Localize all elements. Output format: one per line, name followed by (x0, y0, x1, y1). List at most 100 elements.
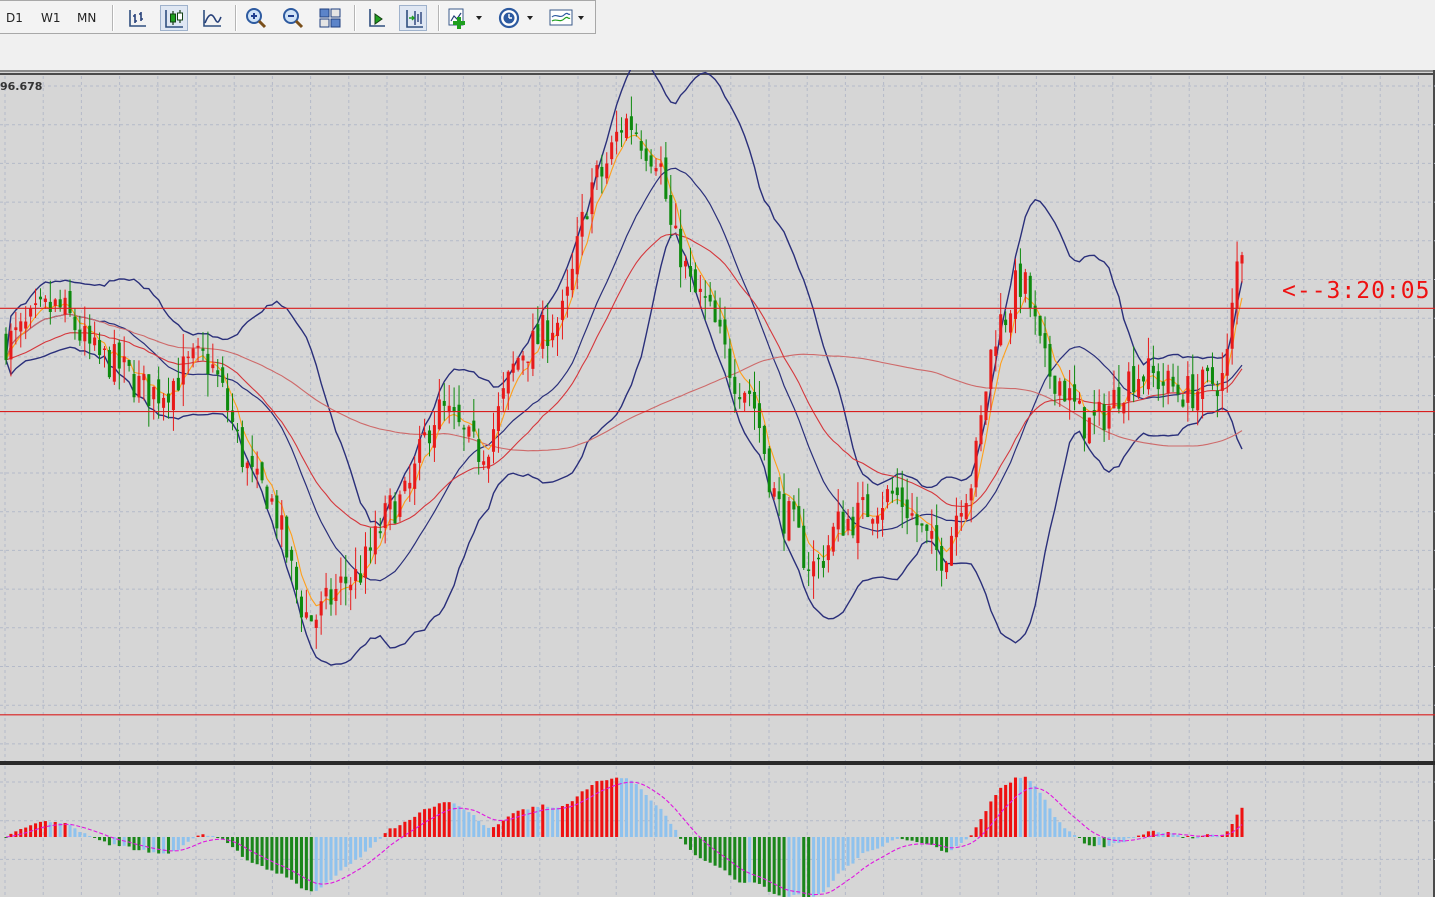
candle-body (19, 321, 23, 332)
tile-windows-icon[interactable] (316, 5, 344, 31)
candle-body (1068, 388, 1072, 401)
histogram-bar (1068, 831, 1072, 837)
candle-body (984, 391, 988, 421)
histogram-bar (142, 837, 146, 850)
candle-body (280, 515, 284, 530)
histogram-bar (649, 800, 653, 837)
histogram-bar (994, 795, 998, 837)
indicators-icon[interactable] (446, 5, 486, 31)
candle-body (482, 461, 486, 465)
timeframe-w1-button[interactable]: W1 (41, 11, 61, 25)
candle-body (467, 426, 471, 437)
histogram-bar (43, 821, 47, 837)
candle-body (733, 376, 737, 394)
histogram-bar (501, 820, 505, 837)
histogram-bar (959, 837, 963, 843)
zoom-out-icon[interactable] (279, 5, 307, 31)
candle-body (477, 439, 481, 462)
candle-body (1215, 390, 1219, 397)
candle-body (610, 142, 614, 160)
histogram-bar (309, 837, 313, 892)
histogram-bar (541, 804, 545, 837)
histogram-bar (176, 837, 180, 850)
timeframe-mn-button[interactable]: MN (77, 11, 96, 25)
histogram-bar (634, 784, 638, 837)
candle-body (969, 488, 973, 501)
histogram-bar (910, 837, 914, 841)
candle-body (954, 515, 958, 538)
histogram-bar (477, 820, 481, 837)
histogram-bar (812, 837, 816, 897)
candle-body (1191, 374, 1195, 409)
histogram-bar (876, 837, 880, 849)
candle-body (63, 297, 67, 315)
histogram-bar (831, 837, 835, 881)
histogram-bar (684, 837, 688, 845)
histogram-bar (63, 822, 67, 837)
histogram-bar (78, 832, 82, 837)
histogram-bar (1048, 808, 1052, 837)
candle-body (191, 348, 195, 359)
histogram-bar (1038, 792, 1042, 837)
line-chart-icon[interactable] (198, 5, 226, 31)
histogram-bar (940, 837, 944, 851)
candle-body (1102, 404, 1106, 431)
histogram-bar (925, 837, 929, 845)
histogram-bar (442, 802, 446, 837)
candle-body (551, 332, 555, 341)
candle-body (1013, 270, 1018, 319)
histogram-bar (743, 837, 747, 883)
histogram-bar (1004, 784, 1008, 837)
bar-chart-icon[interactable] (124, 5, 152, 31)
candle-body (501, 388, 505, 399)
histogram-bar (615, 777, 619, 837)
candle-body (703, 296, 707, 298)
candle-body (88, 325, 92, 344)
histogram-bar (181, 837, 185, 846)
zoom-in-icon[interactable] (242, 5, 270, 31)
histogram-bar (999, 787, 1003, 837)
histogram-bar (270, 837, 274, 871)
candle-body (846, 518, 850, 531)
candle-body (812, 561, 816, 577)
candle-body (127, 360, 131, 366)
candle-body (78, 329, 82, 341)
candle-body (738, 396, 742, 400)
candle-body (398, 494, 402, 517)
candle-body (1181, 399, 1185, 407)
histogram-bar (196, 835, 200, 837)
candle-body (595, 165, 599, 178)
histogram-bar (974, 827, 978, 837)
candle-body (659, 163, 663, 167)
histogram-bar (260, 837, 264, 866)
chart-shift-icon[interactable] (399, 5, 427, 31)
candle-body (1240, 255, 1244, 264)
histogram-bar (871, 837, 875, 851)
candle-body (560, 300, 564, 320)
histogram-bar (792, 837, 796, 895)
periods-icon[interactable] (495, 5, 539, 31)
histogram-bar (629, 780, 633, 837)
histogram-bar (447, 802, 451, 837)
candle-body (1166, 370, 1170, 393)
candle-body (1146, 358, 1150, 390)
candle-body (585, 216, 589, 220)
candle-body (73, 316, 77, 331)
histogram-bar (856, 837, 860, 859)
histogram-bar (703, 837, 707, 861)
auto-scroll-icon[interactable] (362, 5, 390, 31)
candle-body (432, 425, 436, 448)
candle-body (531, 330, 535, 369)
histogram-bar (890, 837, 894, 841)
candlestick-chart-icon[interactable] (160, 5, 188, 31)
histogram-bar (551, 807, 555, 837)
candle-body (974, 440, 978, 488)
candle-body (295, 566, 299, 590)
histogram-bar (206, 835, 210, 837)
candle-body (880, 508, 885, 520)
candle-body (339, 576, 343, 583)
timeframe-d1-button[interactable]: D1 (6, 11, 23, 25)
candle-body (767, 448, 771, 493)
chart-area[interactable]: 96.678 <--3:20:05 (0, 70, 1435, 897)
templates-icon[interactable] (546, 5, 590, 31)
